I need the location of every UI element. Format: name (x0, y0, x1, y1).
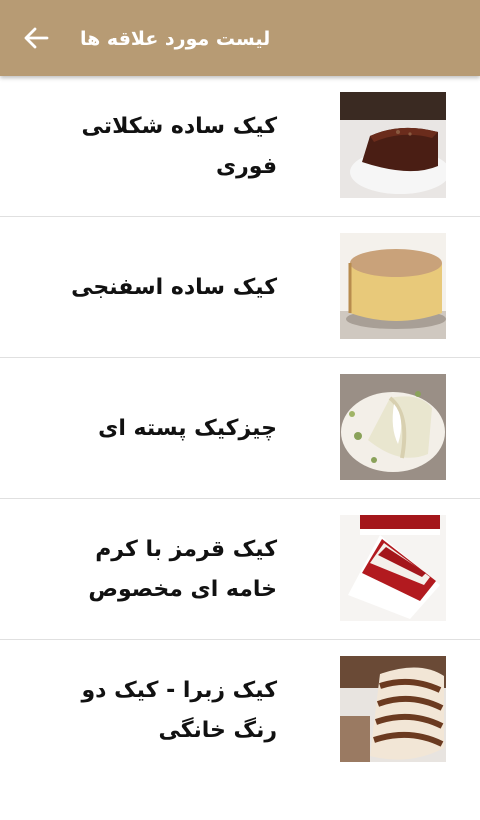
list-item[interactable]: کیک زبرا - کیک دو رنگ خانگی (0, 640, 480, 781)
list-item-label: چیزکیک پسته ای (98, 415, 277, 441)
list-item[interactable]: چیزکیک پسته ای (0, 358, 480, 499)
red-velvet-cake-image (340, 515, 446, 621)
favorites-list: کیک ساده شکلاتی فوری کیک ساده اسفنجی چیز… (0, 76, 480, 781)
app-bar: لیست مورد علاقه ها (0, 0, 480, 76)
chocolate-cake-image (340, 92, 446, 198)
list-item[interactable]: کیک ساده شکلاتی فوری (0, 76, 480, 217)
list-item[interactable]: کیک ساده اسفنجی (0, 217, 480, 358)
list-item-label: کیک قرمز با کرم خامه ای مخصوص (88, 536, 277, 602)
arrow-left-icon (24, 27, 49, 49)
list-item-label: کیک ساده اسفنجی (71, 274, 277, 300)
zebra-cake-image (340, 656, 446, 762)
page-title: لیست مورد علاقه ها (80, 28, 271, 50)
pistachio-cheesecake-image (340, 374, 446, 480)
list-item[interactable]: کیک قرمز با کرم خامه ای مخصوص (0, 499, 480, 640)
sponge-cake-image (340, 233, 446, 339)
list-item-label: کیک زبرا - کیک دو رنگ خانگی (81, 677, 278, 743)
back-button[interactable] (14, 18, 58, 58)
list-item-label: کیک ساده شکلاتی فوری (81, 113, 277, 179)
